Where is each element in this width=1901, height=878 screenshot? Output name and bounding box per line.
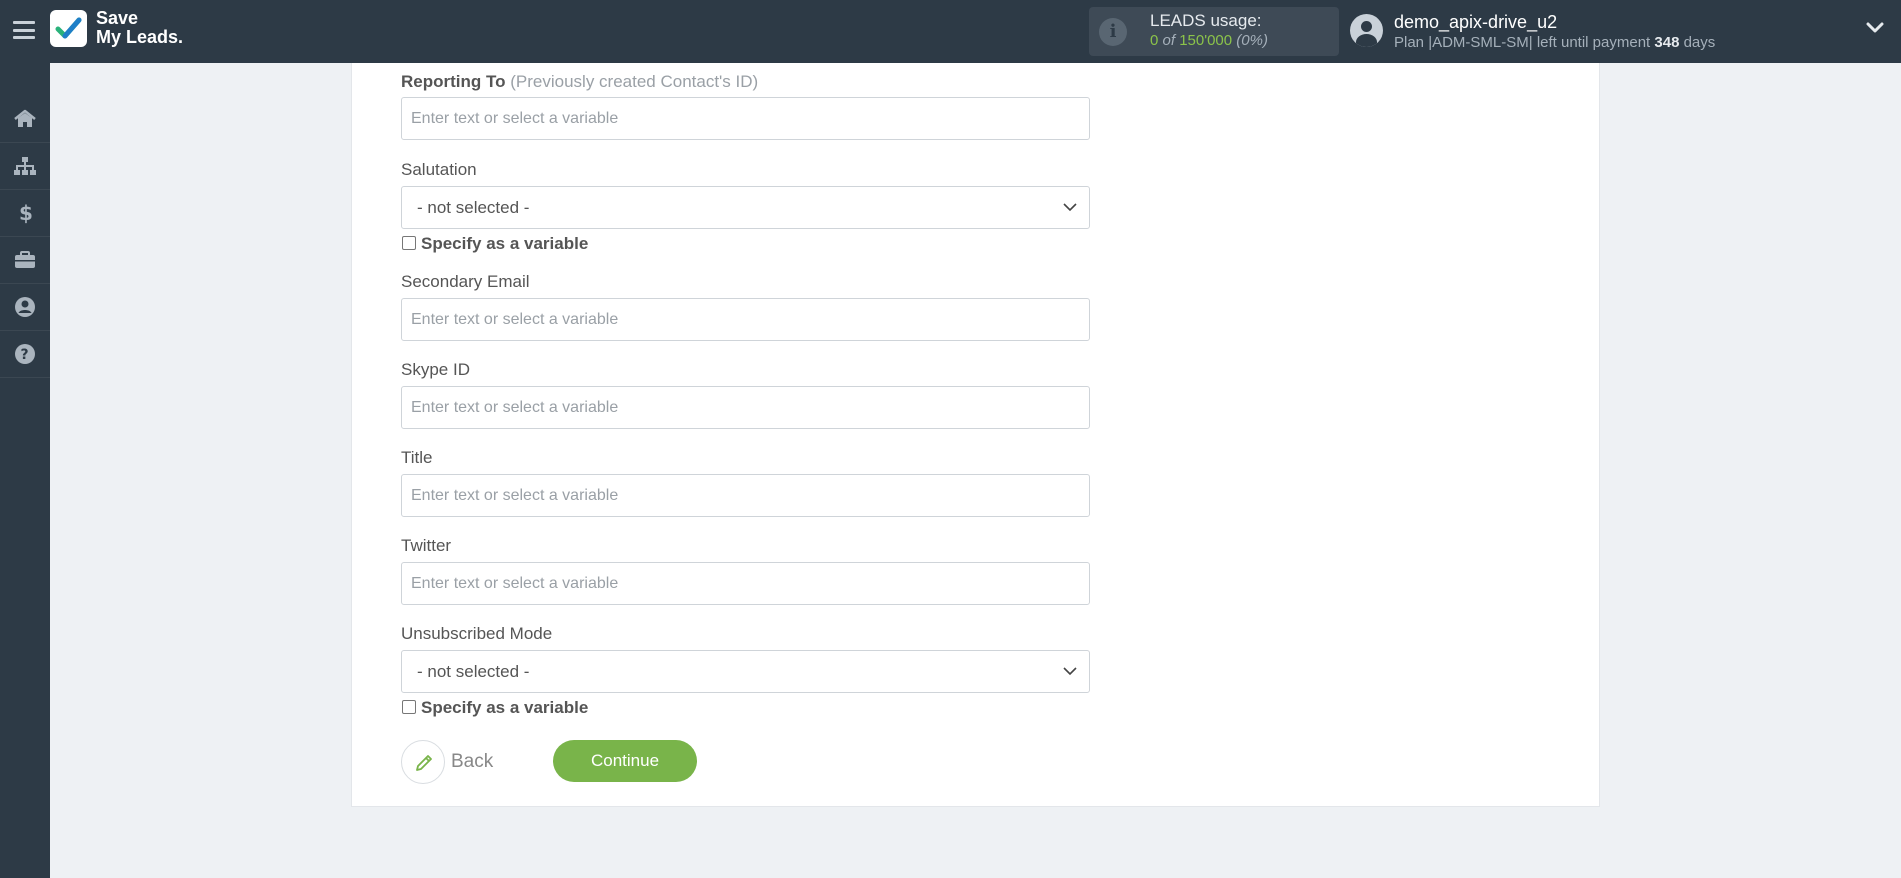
chevron-down-icon xyxy=(1063,203,1077,212)
back-circle[interactable] xyxy=(401,740,445,784)
top-bar: Save My Leads. i LEADS usage: 0 of 150'0… xyxy=(0,0,1901,63)
unsubscribed-mode-select[interactable]: - not selected - xyxy=(401,650,1090,693)
secondary-email-label: Secondary Email xyxy=(401,272,530,291)
avatar[interactable] xyxy=(1350,14,1383,47)
home-icon xyxy=(14,109,36,127)
salutation-variable-checkbox[interactable]: Specify as a variable xyxy=(402,234,588,254)
sidebar-item-help[interactable]: ? xyxy=(0,331,50,378)
title-input[interactable] xyxy=(401,474,1090,517)
svg-text:?: ? xyxy=(21,347,29,363)
user-plan: Plan |ADM-SML-SM| left until payment 348… xyxy=(1394,34,1715,51)
logo-icon[interactable] xyxy=(50,10,87,47)
sidebar-item-billing[interactable]: $ xyxy=(0,190,50,237)
reporting-to-input[interactable] xyxy=(401,97,1090,140)
info-icon: i xyxy=(1099,18,1127,46)
sidebar-item-account[interactable] xyxy=(0,284,50,331)
salutation-select[interactable]: - not selected - xyxy=(401,186,1090,229)
svg-text:$: $ xyxy=(19,202,32,224)
leads-percent: (0%) xyxy=(1236,32,1268,49)
salutation-label: Salutation xyxy=(401,160,477,179)
sidebar-item-connections[interactable] xyxy=(0,143,50,190)
back-label: Back xyxy=(451,751,494,772)
dollar-icon: $ xyxy=(19,202,32,224)
unsubscribed-checkbox-label: Specify as a variable xyxy=(421,698,589,717)
logo-text-line2: My Leads. xyxy=(96,27,184,47)
plan-days-suffix: days xyxy=(1683,34,1716,51)
reporting-to-label: Reporting To (Previously created Contact… xyxy=(401,72,758,92)
leads-usage-panel: i LEADS usage: 0 of 150'000 (0%) xyxy=(1089,7,1339,56)
sitemap-icon xyxy=(14,157,36,175)
menu-icon[interactable] xyxy=(13,21,35,39)
sidebar-item-tools[interactable] xyxy=(0,237,50,284)
skype-id-input[interactable] xyxy=(401,386,1090,429)
question-circle-icon: ? xyxy=(15,344,35,364)
leads-of: of xyxy=(1162,32,1176,49)
plan-text: Plan |ADM-SML-SM| left until payment xyxy=(1394,34,1651,51)
continue-button[interactable]: Continue xyxy=(553,740,697,782)
salutation-checkbox-label: Specify as a variable xyxy=(421,234,589,253)
twitter-label: Twitter xyxy=(401,536,452,555)
salutation-value: - not selected - xyxy=(417,198,530,217)
checkbox[interactable] xyxy=(402,700,416,714)
plan-days: 348 xyxy=(1654,34,1680,51)
briefcase-icon xyxy=(15,251,35,268)
checkbox[interactable] xyxy=(402,236,416,250)
twitter-input[interactable] xyxy=(401,562,1090,605)
logo-text[interactable]: Save My Leads. xyxy=(96,9,183,47)
leads-used: 0 xyxy=(1150,32,1159,49)
leads-usage-count: 0 of 150'000 (0%) xyxy=(1150,32,1268,49)
skype-id-label: Skype ID xyxy=(401,360,470,379)
unsubscribed-mode-value: - not selected - xyxy=(417,662,530,681)
leads-usage-title: LEADS usage: xyxy=(1150,11,1262,30)
pencil-icon xyxy=(416,755,432,771)
unsubscribed-mode-label: Unsubscribed Mode xyxy=(401,624,553,643)
chevron-down-icon[interactable] xyxy=(1866,22,1884,34)
user-name[interactable]: demo_apix-drive_u2 xyxy=(1394,12,1557,33)
reporting-to-hint: (Previously created Contact's ID) xyxy=(510,72,759,91)
sidebar-item-home[interactable] xyxy=(0,96,50,143)
reporting-to-title: Reporting To xyxy=(401,72,506,91)
chevron-down-icon xyxy=(1063,667,1077,676)
unsubscribed-mode-variable-checkbox[interactable]: Specify as a variable xyxy=(402,698,588,718)
user-circle-icon xyxy=(15,297,35,317)
sidebar: $ ? xyxy=(0,63,50,878)
secondary-email-input[interactable] xyxy=(401,298,1090,341)
leads-total: 150'000 xyxy=(1179,32,1233,49)
logo-text-line1: Save xyxy=(96,8,139,28)
title-label: Title xyxy=(401,448,433,467)
form-card xyxy=(351,63,1600,807)
